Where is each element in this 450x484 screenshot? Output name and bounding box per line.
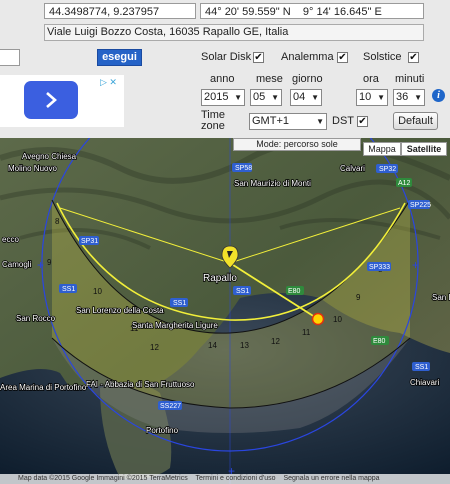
dst-checkbox[interactable]: ✔: [357, 116, 368, 127]
dms-lon: 9° 14' 16.645" E: [302, 6, 382, 18]
hour-label: 10: [333, 315, 342, 324]
place-label: Portofino: [146, 426, 179, 435]
timezone-label: Time zone: [201, 109, 226, 132]
hour-label: 13: [240, 341, 249, 350]
ora-select[interactable]: 10 ▼: [356, 89, 388, 106]
solar-disk-label: Solar Disk: [201, 51, 252, 63]
place-label: San Rocco: [16, 314, 56, 323]
dropdown-arrow-icon: ▼: [377, 93, 385, 102]
place-label: Camogli: [2, 260, 32, 269]
analemma-checkbox[interactable]: ✔: [337, 52, 348, 63]
ad-banner[interactable]: ▷ ✕: [0, 75, 124, 127]
svg-text:SS1: SS1: [415, 364, 428, 371]
terms-link[interactable]: Termini e condizioni d'uso: [196, 475, 276, 482]
hour-label: 10: [93, 287, 102, 296]
hour-label: 8: [55, 217, 60, 226]
svg-text:SS227: SS227: [160, 403, 181, 410]
solstice-checkbox[interactable]: ✔: [408, 52, 419, 63]
mese-label: mese: [256, 73, 283, 85]
ora-label: ora: [363, 73, 379, 85]
minuti-select[interactable]: 36 ▼: [393, 89, 425, 106]
hour-label: 12: [271, 337, 280, 346]
minuti-label: minuti: [395, 73, 425, 85]
place-label: San Bar: [432, 293, 450, 302]
ad-choices-icon[interactable]: ▷ ✕: [100, 77, 117, 88]
hour-label: 9: [356, 293, 361, 302]
dropdown-arrow-icon: ▼: [234, 93, 242, 102]
place-label: Chiavari: [410, 378, 440, 387]
dms-lat: 44° 20' 59.559" N: [205, 6, 291, 18]
place-label: San Lorenzo della Costa: [76, 306, 164, 315]
map-type-mappa-button[interactable]: Mappa: [363, 142, 401, 156]
svg-text:A12: A12: [398, 180, 411, 187]
dropdown-arrow-icon: ▼: [311, 93, 319, 102]
svg-text:E80: E80: [373, 338, 386, 345]
coords-decimal-field[interactable]: 44.3498774, 9.237957: [44, 3, 196, 19]
anno-select[interactable]: 2015 ▼: [201, 89, 245, 106]
esegui-button[interactable]: esegui: [97, 49, 142, 66]
dropdown-arrow-icon: ▼: [316, 117, 324, 126]
place-label: Santa Margherita Ligure: [132, 321, 218, 330]
giorno-label: giorno: [292, 73, 323, 85]
cross-marker-icon: +: [412, 258, 419, 272]
address-field[interactable]: Viale Luigi Bozzo Costa, 16035 Rapallo G…: [44, 24, 424, 41]
map-canvas[interactable]: 8 9 10 11 12 14 13 12 11 10 9 8 SP58 SP3…: [0, 138, 450, 484]
place-label: San Maurizio di Monti: [234, 179, 311, 188]
hour-label: 12: [150, 343, 159, 352]
report-error-link[interactable]: Segnala un errore nella mappa: [283, 475, 379, 482]
place-label: ecco: [2, 235, 19, 244]
map-type-satellite-button[interactable]: Satellite: [401, 142, 447, 156]
svg-text:E80: E80: [288, 288, 301, 295]
map-view[interactable]: 8 9 10 11 12 14 13 12 11 10 9 8 SP58 SP3…: [0, 138, 450, 484]
cross-marker-icon: +: [37, 258, 44, 272]
place-label: Avegno Chiesa: [22, 152, 77, 161]
svg-text:SP32: SP32: [379, 166, 396, 173]
mese-select[interactable]: 05 ▼: [250, 89, 282, 106]
mode-indicator: Mode: percorso sole: [233, 138, 361, 151]
map-footer: Map data ©2015 Google Immagini ©2015 Ter…: [0, 474, 450, 484]
dst-label: DST: [332, 115, 354, 127]
place-label: Calvari: [340, 164, 365, 173]
coords-dms-field[interactable]: 44° 20' 59.559" N 9° 14' 16.645" E: [200, 3, 424, 19]
analemma-label: Analemma: [281, 51, 334, 63]
solstice-label: Solstice: [363, 51, 402, 63]
svg-text:SS1: SS1: [173, 300, 186, 307]
svg-text:SP333: SP333: [369, 264, 390, 271]
svg-text:SP225: SP225: [410, 202, 431, 209]
place-label: Area Marina di Portofino: [0, 383, 87, 392]
svg-text:SS1: SS1: [236, 288, 249, 295]
anno-label: anno: [210, 73, 235, 85]
timezone-select[interactable]: GMT+1 ▼: [249, 113, 327, 130]
hour-label: 14: [208, 341, 217, 350]
dropdown-arrow-icon: ▼: [271, 93, 279, 102]
chevron-right-icon: [46, 92, 57, 108]
default-button[interactable]: Default: [393, 112, 438, 130]
svg-text:SP31: SP31: [81, 238, 98, 245]
ad-arrow-button[interactable]: [24, 81, 78, 119]
place-label: Rapallo: [203, 273, 237, 284]
map-attribution: Map data ©2015 Google Immagini ©2015 Ter…: [18, 475, 188, 482]
hour-label: 11: [302, 328, 311, 337]
dropdown-arrow-icon: ▼: [414, 93, 422, 102]
svg-text:SS1: SS1: [62, 286, 75, 293]
search-input[interactable]: [0, 49, 20, 66]
place-label: Molino Nuovo: [8, 164, 57, 173]
svg-text:SP58: SP58: [235, 165, 252, 172]
hour-label: 9: [47, 258, 52, 267]
place-label: FAI - Abbazia di San Fruttuoso: [86, 380, 195, 389]
solar-disk-checkbox[interactable]: ✔: [253, 52, 264, 63]
giorno-select[interactable]: 04 ▼: [290, 89, 322, 106]
control-panel: 44.3498774, 9.237957 44° 20' 59.559" N 9…: [0, 0, 450, 138]
info-icon[interactable]: i: [432, 89, 445, 102]
sun-position-icon[interactable]: [311, 312, 325, 326]
